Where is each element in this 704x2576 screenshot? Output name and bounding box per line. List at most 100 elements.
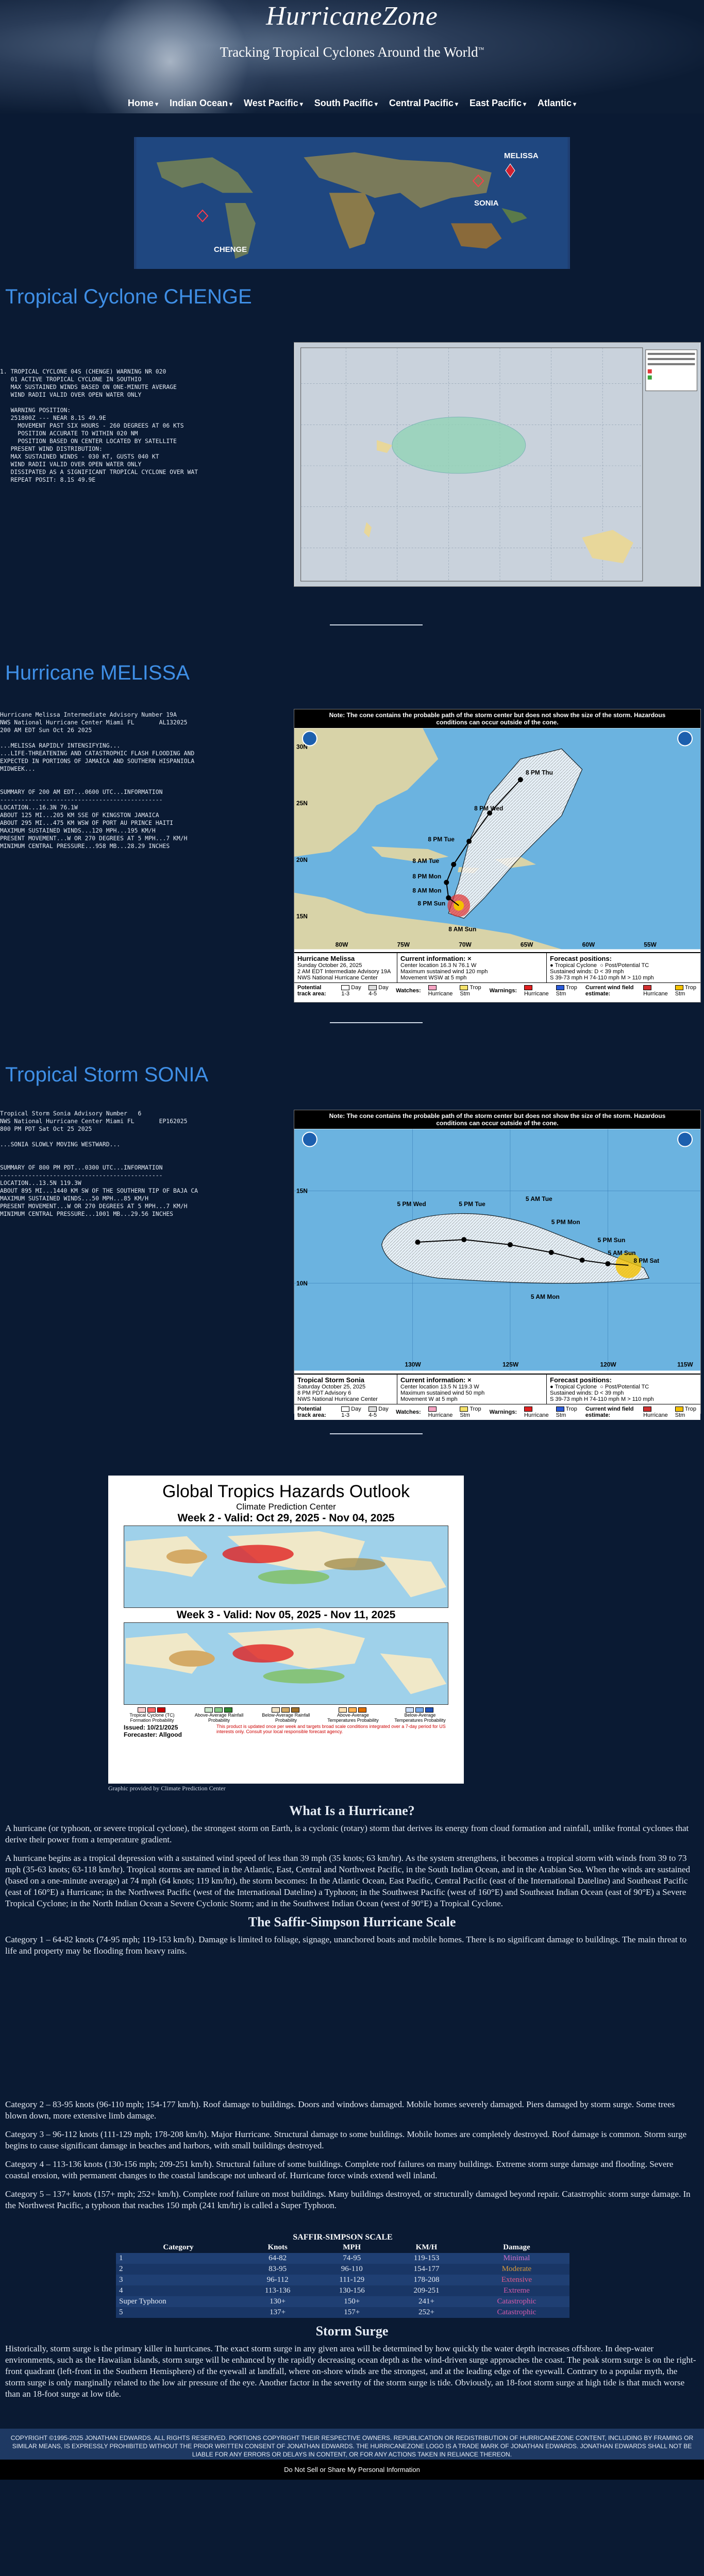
sonia-marker-icon[interactable] <box>472 174 485 188</box>
caret-down-icon: ▾ <box>299 100 303 108</box>
global-tropics-outlook[interactable]: Global Tropics Hazards Outlook Climate P… <box>108 1476 464 1784</box>
table-cell: Super Typhoon <box>116 2296 241 2307</box>
fc-label: 8 PM Tue <box>428 836 455 843</box>
map-label-chenge[interactable]: CHENGE <box>214 245 247 254</box>
nav-east-pacific[interactable]: East Pacific ▾ <box>470 98 526 109</box>
caret-down-icon: ▾ <box>155 100 158 108</box>
svg-text:5 PM Sun: 5 PM Sun <box>598 1236 626 1244</box>
table-row: 2 83-95 96-110 154-177 Moderate <box>116 2264 569 2275</box>
outlook-week2: Week 2 - Valid: Oct 29, 2025 - Nov 04, 2… <box>177 1512 395 1524</box>
table-cell: 130-156 <box>314 2285 390 2296</box>
svg-text:15N: 15N <box>296 913 308 920</box>
svg-text:25N: 25N <box>296 800 308 807</box>
nav-south-pacific[interactable]: South Pacific ▾ <box>314 98 378 109</box>
svg-text:20N: 20N <box>296 856 308 863</box>
nav-home[interactable]: Home ▾ <box>128 98 158 109</box>
outlook-section: Global Tropics Hazards Outlook Climate P… <box>0 1476 704 1805</box>
table-cell: 252+ <box>389 2307 464 2318</box>
svg-text:80W: 80W <box>336 941 348 948</box>
nav-central-pacific[interactable]: Central Pacific ▾ <box>389 98 458 109</box>
storm-title-chenge: Tropical Cyclone CHENGE <box>5 285 252 308</box>
svg-text:125W: 125W <box>502 1361 519 1368</box>
table-cell: Extensive <box>463 2275 569 2285</box>
cone-disclaimer-banner: Note: The cone contains the probable pat… <box>294 1110 700 1129</box>
nav-indian-ocean[interactable]: Indian Ocean ▾ <box>170 98 232 109</box>
category-3-text: Category 3 – 96-112 knots (111-129 mph; … <box>5 2129 687 2150</box>
storm-title-melissa: Hurricane MELISSA <box>5 662 190 684</box>
table-cell: 119-153 <box>389 2253 464 2264</box>
noaa-logo-icon <box>301 1131 317 1147</box>
advisory-text-melissa: Hurricane Melissa Intermediate Advisory … <box>0 711 195 850</box>
table-cell: 74-95 <box>314 2253 390 2264</box>
table-cell: 113-136 <box>240 2285 315 2296</box>
sonia-cone-graphic: 5 PM Wed 5 PM Tue 5 AM Tue 5 PM Mon 5 AM… <box>294 1129 700 1371</box>
nav-atlantic[interactable]: Atlantic ▾ <box>538 98 576 109</box>
table-caption: SAFFIR-SIMPSON SCALE <box>293 2233 393 2242</box>
info-section: What Is a Hurricane? A hurricane (or typ… <box>0 1804 704 2429</box>
chenge-track-map[interactable] <box>294 342 701 587</box>
map-label-melissa[interactable]: MELISSA <box>504 151 539 160</box>
table-row: 1 64-82 74-95 119-153 Minimal <box>116 2253 569 2264</box>
footer-block: COPYRIGHT ©1995-2025 JONATHAN EDWARDS. A… <box>0 2429 704 2485</box>
table-cell: Moderate <box>463 2264 569 2275</box>
category-1-text: Category 1 – 64-82 knots (74-95 mph; 119… <box>5 1935 687 1956</box>
caret-down-icon: ▾ <box>374 100 378 108</box>
melissa-info-panel: Hurricane Melissa Sunday October 26, 2025… <box>294 952 700 982</box>
chenge-marker-icon[interactable] <box>196 209 209 223</box>
fc-label: 8 AM Sun <box>448 926 476 933</box>
nws-logo-icon <box>677 1131 693 1147</box>
svg-text:75W: 75W <box>397 941 410 948</box>
site-tagline: Tracking Tropical Cyclones Around the Wo… <box>220 44 484 60</box>
sonia-cone-map[interactable]: Note: The cone contains the probable pat… <box>294 1110 701 1420</box>
copyright-footer: COPYRIGHT ©1995-2025 JONATHAN EDWARDS. A… <box>0 2429 704 2464</box>
privacy-link[interactable]: Do Not Sell or Share My Personal Informa… <box>0 2460 704 2480</box>
table-cell: Extreme <box>463 2285 569 2296</box>
melissa-cone-map[interactable]: Note: The cone contains the probable pat… <box>294 709 701 1003</box>
outlook-caption: Graphic provided by Climate Prediction C… <box>108 1785 226 1792</box>
map-label-sonia[interactable]: SONIA <box>474 199 499 208</box>
what-paragraph-2: A hurricane begins as a tropical depress… <box>5 1853 691 1908</box>
table-cell: 2 <box>116 2264 241 2275</box>
cone-disclaimer-banner: Note: The cone contains the probable pat… <box>294 709 700 728</box>
table-cell: 130+ <box>240 2296 315 2307</box>
outlook-legend: Tropical Cyclone (TC) Formation Probabil… <box>108 1706 464 1724</box>
nav-west-pacific[interactable]: West Pacific ▾ <box>244 98 303 109</box>
table-cell: 96-110 <box>314 2264 390 2275</box>
storm-title-sonia: Tropical Storm SONIA <box>5 1063 209 1086</box>
table-row: 3 96-112 111-129 178-208 Extensive <box>116 2275 569 2285</box>
sonia-info-panel: Tropical Storm Sonia Saturday October 25,… <box>294 1374 700 1404</box>
melissa-marker-icon[interactable] <box>502 163 518 178</box>
advisory-text-chenge: 1. TROPICAL CYCLONE 04S (CHENGE) WARNING… <box>0 368 198 483</box>
storm-surge-text: Historically, storm surge is the primary… <box>5 2344 696 2399</box>
fc-label: 8 AM Tue <box>412 857 439 865</box>
site-title[interactable]: HurricaneZone <box>0 1 704 31</box>
outlook-subtitle: Climate Prediction Center <box>236 1502 336 1512</box>
svg-text:5 PM Mon: 5 PM Mon <box>551 1218 580 1226</box>
table-cell: 178-208 <box>389 2275 464 2285</box>
svg-text:60W: 60W <box>582 941 595 948</box>
caret-down-icon: ▾ <box>455 100 458 108</box>
svg-text:5 AM Tue: 5 AM Tue <box>526 1195 552 1202</box>
svg-text:55W: 55W <box>644 941 657 948</box>
svg-text:130W: 130W <box>405 1361 421 1368</box>
outlook-title: Global Tropics Hazards Outlook <box>162 1482 410 1501</box>
outlook-week3: Week 3 - Valid: Nov 05, 2025 - Nov 11, 2… <box>176 1609 396 1621</box>
svg-text:5 AM Mon: 5 AM Mon <box>531 1293 560 1300</box>
noaa-logo-icon <box>301 731 317 747</box>
what-paragraph-1: A hurricane (or typhoon, or severe tropi… <box>5 1823 689 1844</box>
fc-label: 8 PM Thu <box>526 769 553 776</box>
site-header: HurricaneZone Tracking Tropical Cyclones… <box>0 0 704 113</box>
svg-text:65W: 65W <box>521 941 533 948</box>
storm-surge-section: Storm Surge Historically, storm surge is… <box>5 2325 699 2407</box>
table-cell: 1 <box>116 2253 241 2264</box>
category-4-text: Category 4 – 113-136 knots (130-156 mph;… <box>5 2159 674 2180</box>
svg-text:115W: 115W <box>677 1361 693 1368</box>
table-cell: Minimal <box>463 2253 569 2264</box>
melissa-cone-graphic: 8 PM Thu 8 PM Wed 8 PM Tue 8 AM Tue 8 PM… <box>294 728 700 950</box>
storm-section-melissa: Hurricane MELISSA Hurricane Melissa Inte… <box>0 662 704 1063</box>
table-cell: 5 <box>116 2307 241 2318</box>
caret-down-icon: ▾ <box>523 100 527 108</box>
storm-section-chenge: Tropical Cyclone CHENGE 1. TROPICAL CYCL… <box>0 270 704 662</box>
table-cell: 3 <box>116 2275 241 2285</box>
week3-map <box>124 1622 448 1705</box>
